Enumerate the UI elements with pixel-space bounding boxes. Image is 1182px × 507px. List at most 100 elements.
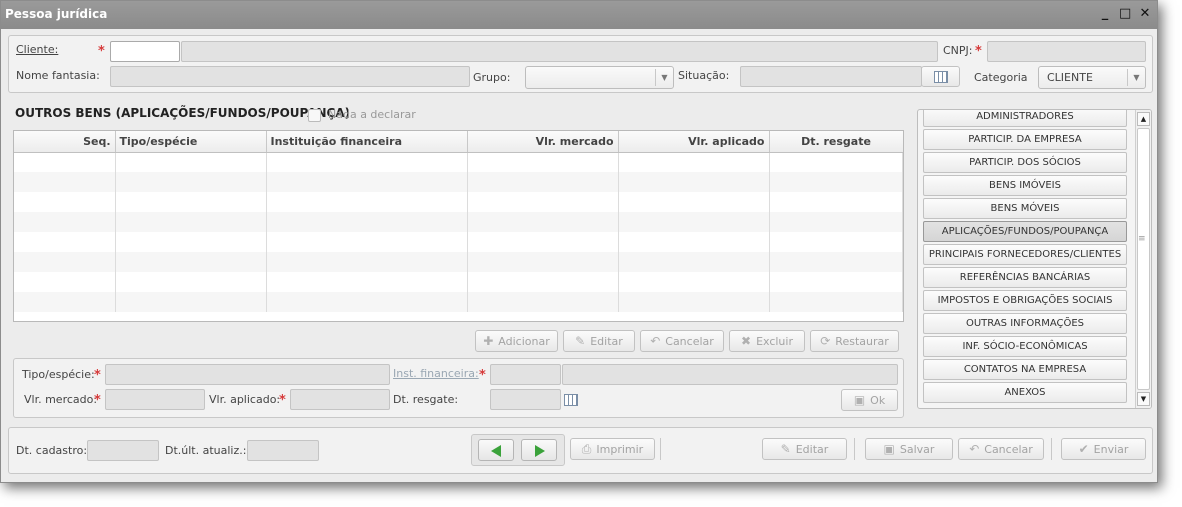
calendar-button[interactable] (921, 66, 960, 87)
table-row[interactable] (14, 252, 903, 272)
close-icon[interactable]: ✕ (1139, 6, 1151, 22)
required-marker: * (975, 44, 982, 59)
side-menu-item-referencias[interactable]: REFERÊNCIAS BANCÁRIAS (923, 267, 1127, 288)
scroll-up-icon[interactable]: ▲ (1137, 112, 1150, 126)
nada-declarar-checkbox[interactable] (308, 109, 321, 122)
required-marker: * (94, 393, 101, 408)
situacao-field[interactable] (740, 66, 922, 87)
arrow-right-icon (535, 445, 545, 457)
inst-financeira-name-field (562, 364, 898, 385)
required-marker: * (279, 393, 286, 408)
grupo-label: Grupo: (473, 71, 511, 84)
chevron-down-icon[interactable]: ▼ (1127, 69, 1145, 86)
side-menu-item-particip-socios[interactable]: PARTICIP. DOS SÓCIOS (923, 152, 1127, 173)
maximize-icon[interactable]: □ (1119, 6, 1131, 22)
delete-icon: ✖ (741, 334, 752, 348)
restaurar-button[interactable]: ⟳ Restaurar (810, 330, 899, 352)
side-menu-item-impostos[interactable]: IMPOSTOS E OBRIGAÇÕES SOCIAIS (923, 290, 1127, 311)
cnpj-field[interactable] (987, 41, 1146, 62)
undo-icon: ↶ (650, 334, 661, 348)
side-menu: ADMINISTRADORES PARTICIP. DA EMPRESA PAR… (917, 109, 1152, 409)
adicionar-button[interactable]: ✚ Adicionar (475, 330, 558, 352)
dt-cadastro-field (87, 440, 159, 461)
side-menu-item-administradores[interactable]: ADMINISTRADORES (923, 110, 1127, 127)
col-header-tipo[interactable]: Tipo/espécie (115, 131, 267, 153)
imprimir-label: Imprimir (596, 442, 644, 456)
plus-icon: ✚ (483, 334, 494, 348)
vlr-aplicado-label: Vlr. aplicado: (209, 393, 281, 406)
chevron-down-icon[interactable]: ▼ (655, 69, 673, 86)
table-row[interactable] (14, 212, 903, 232)
excluir-button[interactable]: ✖ Excluir (729, 330, 805, 352)
dt-atualiz-label: Dt.últ. atualiz.: (165, 444, 247, 457)
col-header-vlr-mercado[interactable]: Vlr. mercado (467, 131, 619, 153)
side-menu-item-socio-economicas[interactable]: INF. SÓCIO-ECONÔMICAS (923, 336, 1127, 357)
arrow-left-icon (491, 445, 501, 457)
grupo-select[interactable]: ▼ (525, 66, 674, 89)
previous-button[interactable] (478, 439, 514, 461)
nome-fantasia-field[interactable] (110, 66, 470, 87)
undo-icon: ↶ (969, 442, 980, 456)
col-header-seq[interactable]: Seq. (14, 131, 116, 153)
ok-button[interactable]: ▣ Ok (841, 389, 898, 411)
inst-financeira-link[interactable]: Inst. financeira: (393, 367, 479, 380)
cnpj-label: CNPJ: (943, 44, 973, 57)
cancelar-button[interactable]: ↶ Cancelar (640, 330, 724, 352)
enviar-button[interactable]: ✔ Enviar (1061, 438, 1146, 460)
save-icon: ▣ (853, 393, 866, 407)
side-menu-item-aplicacoes[interactable]: APLICAÇÕES/FUNDOS/POUPANÇA (923, 221, 1127, 242)
adicionar-label: Adicionar (498, 334, 550, 348)
salvar-label: Salvar (899, 442, 935, 456)
grip-icon: ≡ (1138, 234, 1146, 244)
nome-fantasia-label: Nome fantasia: (16, 69, 100, 82)
col-header-vlr-aplicado[interactable]: Vlr. aplicado (618, 131, 770, 153)
tipo-especie-field[interactable] (105, 364, 390, 385)
table-row[interactable] (14, 292, 903, 312)
checkmark-icon: ✔ (1078, 442, 1089, 456)
side-menu-item-bens-moveis[interactable]: BENS MÓVEIS (923, 198, 1127, 219)
vlr-mercado-label: Vlr. mercado: (24, 393, 98, 406)
table-row[interactable] (14, 192, 903, 212)
side-menu-item-contatos[interactable]: CONTATOS NA EMPRESA (923, 359, 1127, 380)
side-menu-scrollbar[interactable]: ▲ ≡ ▼ (1135, 110, 1151, 408)
footer-cancelar-label: Cancelar (984, 442, 1033, 456)
cliente-code-field[interactable] (110, 41, 180, 62)
side-menu-item-bens-imoveis[interactable]: BENS IMÓVEIS (923, 175, 1127, 196)
table-row[interactable] (14, 172, 903, 192)
divider (854, 438, 855, 460)
side-menu-item-anexos[interactable]: ANEXOS (923, 382, 1127, 403)
editar-button[interactable]: ✎ Editar (563, 330, 635, 352)
side-menu-item-particip-empresa[interactable]: PARTICIP. DA EMPRESA (923, 129, 1127, 150)
cancelar-label: Cancelar (665, 334, 714, 348)
imprimir-button[interactable]: ⎙ Imprimir (570, 438, 655, 460)
footer-editar-button[interactable]: ✎ Editar (762, 438, 847, 460)
side-menu-item-outras-info[interactable]: OUTRAS INFORMAÇÕES (923, 313, 1127, 334)
divider (660, 438, 661, 460)
table-row[interactable] (14, 272, 903, 292)
minimize-icon[interactable]: _ (1099, 6, 1111, 22)
window-title: Pessoa jurídica (5, 7, 108, 21)
next-button[interactable] (521, 439, 557, 461)
categoria-select[interactable]: CLIENTE ▼ (1038, 66, 1146, 89)
table-row[interactable] (14, 232, 903, 252)
salvar-button[interactable]: ▣ Salvar (865, 438, 953, 460)
pessoa-juridica-window: Pessoa jurídica _ □ ✕ Cliente: * CNPJ: *… (0, 0, 1158, 483)
footer-cancelar-button[interactable]: ↶ Cancelar (958, 438, 1044, 460)
vlr-mercado-field[interactable] (105, 389, 205, 410)
table-row[interactable] (14, 152, 903, 172)
vlr-aplicado-field[interactable] (290, 389, 390, 410)
scroll-down-icon[interactable]: ▼ (1137, 392, 1150, 406)
excluir-label: Excluir (756, 334, 793, 348)
required-marker: * (98, 44, 105, 59)
dt-resgate-label: Dt. resgate: (393, 393, 459, 406)
cliente-label[interactable]: Cliente: (16, 43, 58, 56)
calendar-icon[interactable] (564, 394, 578, 406)
scroll-thumb[interactable] (1137, 128, 1150, 390)
side-menu-item-fornecedores[interactable]: PRINCIPAIS FORNECEDORES/CLIENTES (923, 244, 1127, 265)
inst-financeira-code-field[interactable] (490, 364, 561, 385)
col-header-instituicao[interactable]: Instituição financeira (266, 131, 468, 153)
situacao-label: Situação: (678, 69, 730, 82)
dt-atualiz-field (247, 440, 319, 461)
dt-resgate-field[interactable] (490, 389, 561, 410)
col-header-dt-resgate[interactable]: Dt. resgate (769, 131, 903, 153)
